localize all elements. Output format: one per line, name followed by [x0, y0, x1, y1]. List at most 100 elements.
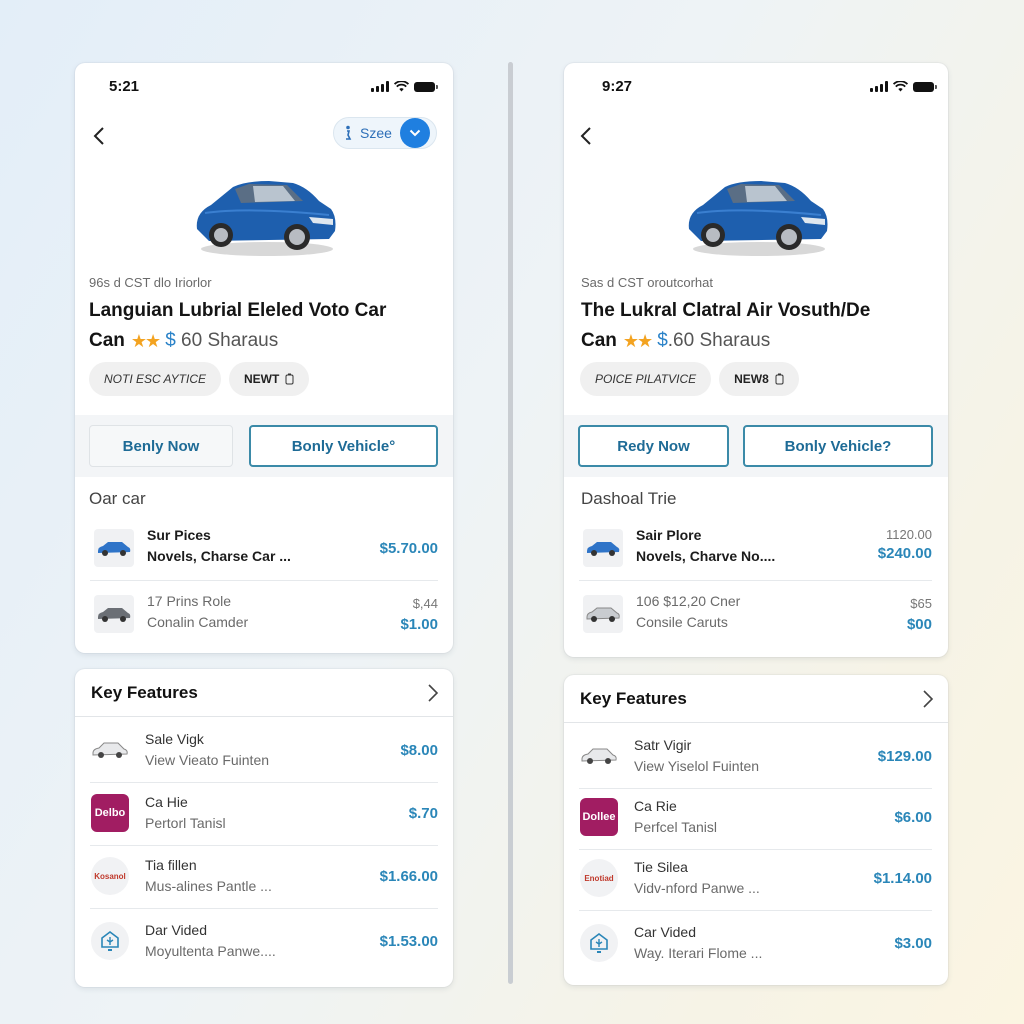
shield-device-icon: [91, 922, 129, 960]
car-image-icon: [196, 181, 336, 256]
feature-item[interactable]: Satr Vigir View Yiselol Fuinten $129.00: [579, 725, 932, 789]
tag-chip-new[interactable]: NEWT: [229, 362, 310, 396]
feature-price: $.70: [408, 805, 438, 822]
key-features-card: Key Features Sale Vigk View Vieato Fuint…: [75, 669, 453, 987]
back-button[interactable]: [574, 121, 598, 151]
rent-now-button[interactable]: Benly Now: [89, 425, 233, 467]
feature-subtitle: Moyultenta Panwe....: [145, 943, 276, 959]
back-button[interactable]: [87, 121, 111, 151]
feature-title: Car Vided: [634, 924, 697, 940]
wifi-icon: [893, 81, 908, 92]
battery-icon: [913, 81, 937, 92]
feature-price: $1.66.00: [379, 868, 438, 885]
rating-prefix: Can: [581, 330, 617, 351]
feature-subtitle: View Vieato Fuinten: [145, 752, 270, 768]
feature-item[interactable]: Car Vided Way. Iterari Flome ... $3.00: [579, 912, 932, 976]
status-time: 9:27: [602, 78, 633, 95]
item-subtitle: Conalin Camder: [147, 614, 249, 630]
rating-price-line: Can ★★ $ 60 Sharaus: [89, 330, 278, 352]
size-selector[interactable]: Szee: [333, 117, 437, 149]
feature-title: Ca Rie: [634, 798, 677, 814]
screen-divider: [508, 62, 513, 984]
feature-item[interactable]: Delbo Ca Hie Pertorl Tanisl $.70: [90, 782, 438, 846]
feature-item[interactable]: Enotiad Tie Silea Vidv-nford Panwe ... $…: [579, 847, 932, 911]
key-features-header[interactable]: Key Features: [75, 669, 453, 717]
feature-price: $3.00: [894, 935, 932, 952]
item-price: $240.00: [877, 545, 932, 562]
price-text: 60 Sharaus: [175, 330, 279, 351]
brand-badge-icon: Enotiad: [580, 859, 618, 897]
status-bar: 9:27: [564, 63, 948, 109]
size-label: Szee: [360, 125, 392, 141]
item-price: $1.00: [400, 616, 438, 633]
chevron-down-icon[interactable]: [399, 118, 430, 148]
feature-title: Dar Vided: [145, 922, 208, 938]
feature-subtitle: Mus-alines Pantle ...: [145, 878, 272, 894]
list-item[interactable]: Sair Plore Novels, Charve No.... 1120.00…: [579, 519, 932, 581]
feature-price: $1.53.00: [379, 933, 438, 950]
shield-device-icon: [580, 924, 618, 962]
section-title: Dashoal Trie: [581, 489, 677, 508]
item-old-price: 1120.00: [885, 527, 932, 542]
feature-item[interactable]: Sale Vigk View Vieato Fuinten $8.00: [90, 719, 438, 783]
signal-icon: [371, 81, 389, 92]
vehicle-title: The Lukral Clatral Air Vosuth/De: [581, 300, 871, 321]
feature-subtitle: Perfcel Tanisl: [634, 819, 718, 835]
item-old-price: $65: [910, 596, 932, 611]
tag-chip-new[interactable]: NEW8: [719, 362, 799, 396]
feature-title: Ca Hie: [145, 794, 188, 810]
clipboard-icon: [775, 373, 784, 385]
section-title: Oar car: [89, 489, 146, 508]
status-time: 5:21: [109, 78, 140, 95]
feature-title: Tie Silea: [634, 859, 688, 875]
item-title: Sair Plore: [636, 527, 702, 543]
brand-badge-text: Kosanol: [94, 871, 126, 881]
vehicle-subtitle: Sas d CST oroutcorhat: [581, 275, 713, 290]
chip-label: NEWT: [244, 372, 280, 386]
clipboard-icon: [285, 373, 294, 385]
book-vehicle-button[interactable]: Bonly Vehicle°: [249, 425, 438, 467]
product-card: 5:21 Szee 96s d CST dlo Iriorlor Languia…: [75, 63, 453, 653]
feature-title: Sale Vigk: [145, 731, 204, 747]
chevron-left-icon: [93, 127, 104, 145]
vehicle-title: Languian Lubrial Eleled Voto Car: [89, 300, 387, 321]
car-thumbnail-icon: [583, 595, 623, 633]
list-item[interactable]: 106 $12,20 Cner Consile Caruts $65 $00: [579, 585, 932, 647]
list-item[interactable]: Sur Pices Novels, Charse Car ... $5.70.0…: [90, 519, 438, 581]
item-price: $5.70.00: [379, 540, 438, 557]
tag-chips: NOTI ESC AYTICE NEWT: [89, 362, 310, 396]
chevron-right-icon: [428, 684, 439, 702]
battery-icon: [414, 81, 438, 92]
rent-now-button[interactable]: Redy Now: [578, 425, 729, 467]
action-bar: Benly Now Bonly Vehicle°: [75, 415, 453, 477]
person-size-icon: [346, 125, 352, 140]
tag-chip[interactable]: NOTI ESC AYTICE: [89, 362, 222, 396]
item-subtitle: Novels, Charse Car ...: [147, 548, 291, 564]
feature-price: $6.00: [894, 809, 932, 826]
car-thumbnail-icon: [94, 529, 134, 567]
tag-chip[interactable]: POICE PILATVICE: [580, 362, 712, 396]
book-vehicle-button[interactable]: Bonly Vehicle?: [743, 425, 933, 467]
vehicle-image: [75, 173, 453, 263]
signal-icon: [870, 81, 888, 92]
feature-subtitle: View Yiselol Fuinten: [634, 758, 760, 774]
feature-subtitle: Pertorl Tanisl: [145, 815, 226, 831]
car-icon: [91, 731, 129, 769]
feature-item[interactable]: Dar Vided Moyultenta Panwe.... $1.53.00: [90, 910, 438, 974]
feature-item[interactable]: Dollee Ca Rie Perfcel Tanisl $6.00: [579, 786, 932, 850]
feature-item[interactable]: Kosanol Tia fillen Mus-alines Pantle ...…: [90, 845, 438, 909]
chevron-left-icon: [580, 127, 591, 145]
list-item[interactable]: 17 Prins Role Conalin Camder $,44 $1.00: [90, 585, 438, 647]
key-features-card: Key Features Satr Vigir View Yiselol Fui…: [564, 675, 948, 985]
item-title: 17 Prins Role: [147, 593, 232, 609]
vehicle-image: [564, 173, 948, 263]
chevron-right-icon: [923, 690, 934, 708]
car-thumbnail-icon: [583, 529, 623, 567]
item-subtitle: Novels, Charve No....: [636, 548, 776, 564]
key-features-header[interactable]: Key Features: [564, 675, 948, 723]
status-bar: 5:21: [75, 63, 453, 109]
star-rating-icon: ★★: [622, 330, 653, 351]
item-price: $00: [906, 616, 932, 633]
feature-price: $129.00: [877, 748, 932, 765]
feature-subtitle: Vidv-nford Panwe ...: [634, 880, 760, 896]
